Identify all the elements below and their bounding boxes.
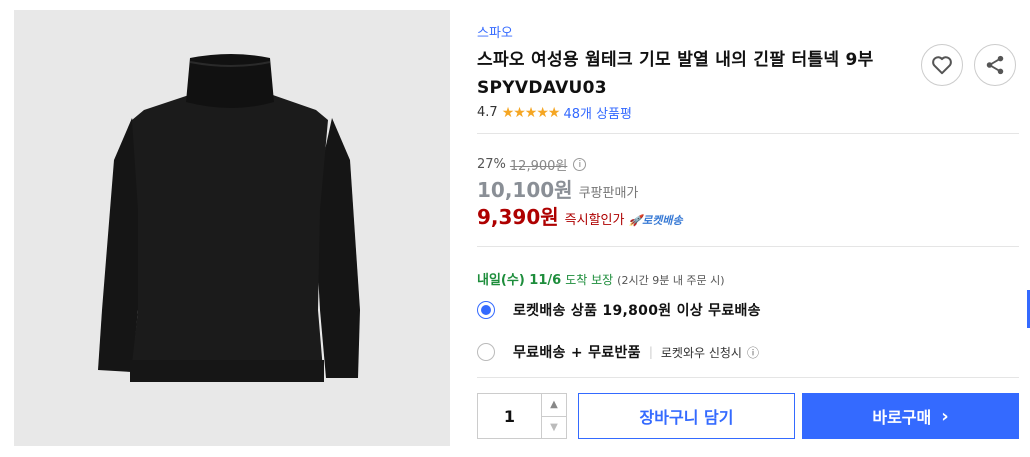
shipping-option-label: 로켓배송 상품 19,800원 이상 무료배송 bbox=[513, 303, 761, 319]
price-info-icon[interactable]: i bbox=[573, 158, 587, 171]
discount-rate: 27% bbox=[477, 157, 506, 172]
divider bbox=[477, 133, 1019, 134]
discount-row: 27% 12,900원 i bbox=[477, 155, 587, 174]
share-button[interactable] bbox=[974, 44, 1016, 86]
quantity-arrows: ▲ ▼ bbox=[541, 394, 566, 438]
rocket-wow-label: 로켓와우 신청시 bbox=[660, 345, 742, 360]
quantity-down-arrow-icon[interactable]: ▼ bbox=[542, 415, 566, 439]
shipping-option-label: 무료배송 + 무료반품 bbox=[513, 345, 641, 361]
quantity-input[interactable]: 1 bbox=[478, 394, 541, 438]
delivery-row: 내일(수) 11/6 도착 보장 (2시간 9분 내 주문 시) bbox=[477, 269, 725, 288]
divider bbox=[477, 377, 1019, 378]
rocket-delivery-badge: 🚀로켓배송 bbox=[628, 214, 683, 227]
product-info-panel: 스파오 스파오 여성용 웜테크 기모 발열 내의 긴팔 터틀넥 9부 SPYVD… bbox=[477, 0, 1019, 457]
shipping-option-rocket[interactable]: 로켓배송 상품 19,800원 이상 무료배송 bbox=[477, 300, 761, 320]
sale-price-label: 쿠팡판매가 bbox=[578, 186, 639, 201]
info-icon[interactable]: ⓘ bbox=[747, 344, 759, 361]
rating-value: 4.7 bbox=[477, 105, 498, 120]
original-price: 12,900원 bbox=[509, 159, 568, 174]
black-turtleneck-image bbox=[14, 10, 450, 446]
sale-price-row: 10,100원 쿠팡판매가 bbox=[477, 174, 638, 203]
wishlist-button[interactable] bbox=[921, 44, 963, 86]
delivery-date: 내일(수) 11/6 bbox=[477, 273, 562, 288]
delivery-deadline: (2시간 9분 내 주문 시) bbox=[617, 274, 725, 287]
instant-price-row: 9,390원 즉시할인가 🚀로켓배송 bbox=[477, 201, 683, 230]
heart-icon bbox=[932, 56, 952, 75]
radio-button[interactable] bbox=[477, 343, 495, 361]
delivery-guarantee: 도착 보장 bbox=[565, 273, 614, 287]
buy-now-button[interactable]: 바로구매 › bbox=[802, 393, 1019, 439]
product-title: 스파오 여성용 웜테크 기모 발열 내의 긴팔 터틀넥 9부 SPYVDAVU0… bbox=[477, 50, 874, 98]
quantity-stepper: 1 ▲ ▼ bbox=[477, 393, 567, 439]
divider bbox=[477, 246, 1019, 247]
instant-price-label: 즉시할인가 bbox=[564, 213, 625, 228]
add-to-cart-button[interactable]: 장바구니 담기 bbox=[578, 393, 795, 439]
product-image[interactable] bbox=[14, 10, 450, 446]
chevron-right-icon: › bbox=[941, 405, 949, 427]
shipping-option-free-return[interactable]: 무료배송 + 무료반품 | 로켓와우 신청시 ⓘ bbox=[477, 342, 759, 362]
rating-row: 4.7 ★★★★★ 48개 상품평 bbox=[477, 103, 632, 123]
brand-link[interactable]: 스파오 bbox=[477, 22, 513, 41]
review-count-link[interactable]: 48개 상품평 bbox=[563, 103, 632, 122]
radio-button-checked[interactable] bbox=[477, 301, 495, 319]
buy-now-label: 바로구매 bbox=[872, 408, 932, 427]
instant-price: 9,390원 bbox=[477, 205, 559, 229]
star-rating-icon: ★★★★★ bbox=[501, 104, 561, 121]
sale-price: 10,100원 bbox=[477, 178, 573, 202]
share-icon bbox=[986, 55, 1004, 75]
quantity-up-arrow-icon[interactable]: ▲ bbox=[542, 394, 566, 416]
separator: | bbox=[648, 345, 653, 359]
